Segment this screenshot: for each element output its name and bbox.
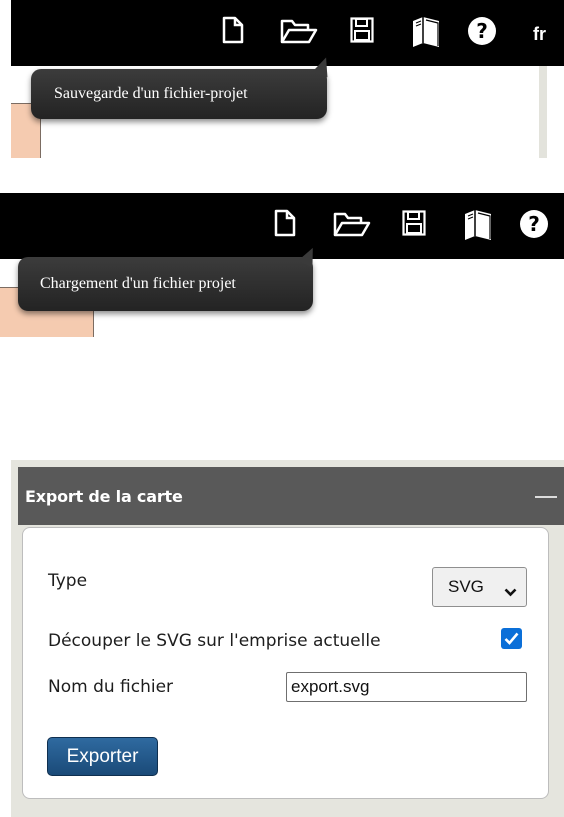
- language-switch[interactable]: fr: [533, 24, 546, 44]
- export-panel-title: Export de la carte: [25, 486, 183, 506]
- export-button[interactable]: Exporter: [47, 737, 158, 776]
- manual-book-icon[interactable]: [409, 15, 443, 49]
- tooltip-load: Chargement d'un fichier projet: [18, 244, 321, 311]
- open-folder-icon[interactable]: [333, 211, 371, 237]
- new-file-icon[interactable]: [222, 16, 244, 44]
- export-panel: Export de la carte Type SVG Découper le …: [11, 460, 564, 817]
- tooltip-save: Sauvegarde d'un fichier-projet: [31, 54, 334, 119]
- toolbar-2: ?: [0, 193, 564, 259]
- save-icon[interactable]: [402, 210, 426, 236]
- save-icon[interactable]: [350, 17, 374, 43]
- toolbar-1: ? fr: [11, 0, 564, 66]
- tooltip-save-text: Sauvegarde d'un fichier-projet: [54, 85, 248, 102]
- export-panel-body: Type SVG Découper le SVG sur l'emprise a…: [22, 527, 549, 799]
- collapse-icon[interactable]: [535, 496, 557, 498]
- export-panel-header[interactable]: Export de la carte: [18, 467, 564, 525]
- clip-label: Découper le SVG sur l'emprise actuelle: [48, 631, 381, 651]
- type-label: Type: [48, 571, 88, 591]
- svg-text:?: ?: [528, 212, 540, 236]
- filename-label: Nom du fichier: [48, 677, 174, 697]
- tooltip-load-text: Chargement d'un fichier projet: [40, 275, 236, 292]
- filename-input[interactable]: export.svg: [286, 672, 527, 702]
- new-file-icon[interactable]: [274, 209, 296, 237]
- manual-book-icon[interactable]: [461, 208, 495, 242]
- svg-text:?: ?: [476, 19, 488, 43]
- clip-checkbox[interactable]: [501, 628, 522, 649]
- help-icon[interactable]: ?: [519, 209, 549, 239]
- open-folder-icon[interactable]: [280, 18, 318, 44]
- checkmark-icon: [504, 632, 519, 645]
- type-select-value: SVG: [448, 577, 484, 596]
- chevron-down-icon: [504, 582, 517, 602]
- help-icon[interactable]: ?: [467, 16, 497, 46]
- type-select[interactable]: SVG: [432, 567, 527, 607]
